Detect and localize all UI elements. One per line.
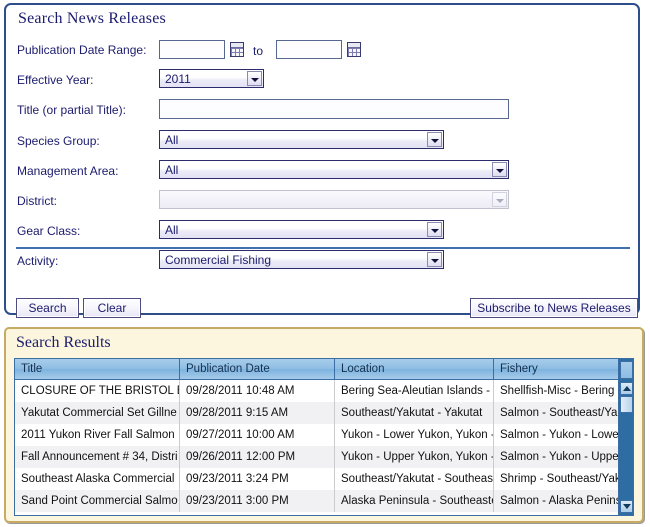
subscribe-button[interactable]: Subscribe to News Releases — [470, 298, 638, 318]
results-table-body: CLOSURE OF THE BRISTOL E 09/28/2011 10:4… — [15, 379, 633, 512]
cell-location: Southeast/Yakutat - Southeast — [334, 468, 494, 490]
management-area-value: All — [165, 163, 179, 177]
calendar-icon-from[interactable] — [230, 42, 244, 57]
management-area-label: Management Area: — [17, 164, 119, 178]
table-row[interactable]: Fall Announcement # 34, Distri 09/26/201… — [15, 446, 633, 468]
chevron-down-icon — [492, 192, 507, 207]
cell-fishery: Shellfish-Misc - Bering Sea-Aleu — [493, 379, 633, 402]
cell-title: Fall Announcement # 34, Distri — [15, 446, 180, 468]
column-header-publication-date[interactable]: Publication Date — [179, 359, 335, 380]
scrollbar-header-cap — [620, 361, 633, 379]
cell-title: Southeast Alaska Commercial — [15, 468, 180, 490]
form-row-management-area: Management Area: All — [6, 156, 638, 186]
species-group-select[interactable]: All — [159, 130, 444, 149]
calendar-icon-to[interactable] — [347, 42, 361, 57]
table-row[interactable]: Yakutat Commercial Set Gillne 09/28/2011… — [15, 402, 633, 424]
cell-location: Alaska Peninsula - Southeaste — [334, 490, 494, 512]
district-select — [159, 190, 509, 209]
search-results-panel: Search Results Title Publication Date Lo… — [4, 327, 644, 523]
publication-date-range-controls: to — [159, 40, 489, 62]
form-row-effective-year: Effective Year: 2011 — [6, 65, 638, 95]
search-news-releases-panel: Search News Releases Publication Date Ra… — [4, 3, 640, 318]
date-range-to-label: to — [253, 44, 264, 58]
search-form: Publication Date Range: to Effective Yea… — [6, 38, 638, 276]
cell-date: 09/23/2011 3:00 PM — [179, 490, 335, 512]
activity-select[interactable]: Commercial Fishing — [159, 250, 444, 269]
table-row[interactable]: Sand Point Commercial Salmo 09/23/2011 3… — [15, 490, 633, 512]
publication-date-to-input[interactable] — [276, 40, 342, 59]
cell-location: Bering Sea-Aleutian Islands - E — [334, 379, 494, 402]
cell-fishery: Salmon - Yukon - Upper Yukon - — [493, 446, 633, 468]
cell-date: 09/23/2011 3:24 PM — [179, 468, 335, 490]
form-divider — [16, 247, 630, 249]
form-row-district: District: — [6, 186, 638, 216]
cell-title: Yakutat Commercial Set Gillne — [15, 402, 180, 424]
results-grid: Title Publication Date Location Fishery … — [14, 358, 634, 516]
cell-title: Sand Point Commercial Salmo — [15, 490, 180, 512]
chevron-down-icon[interactable] — [247, 71, 262, 86]
gear-class-select[interactable]: All — [159, 220, 444, 239]
table-row[interactable]: Southeast Alaska Commercial 09/23/2011 3… — [15, 468, 633, 490]
form-row-activity: Activity: Commercial Fishing — [6, 246, 638, 276]
header-row: Title Publication Date Location Fishery — [15, 359, 633, 380]
chevron-down-icon[interactable] — [427, 222, 442, 237]
column-header-location[interactable]: Location — [334, 359, 494, 380]
results-title: Search Results — [16, 334, 111, 351]
search-button[interactable]: Search — [16, 298, 79, 318]
effective-year-select[interactable]: 2011 — [159, 69, 264, 88]
gear-class-label: Gear Class: — [17, 224, 81, 238]
publication-date-range-label: Publication Date Range: — [17, 43, 147, 57]
cell-title: CLOSURE OF THE BRISTOL E — [15, 379, 180, 402]
cell-fishery: Salmon - Alaska Peninsula - Sc — [493, 490, 633, 512]
effective-year-label: Effective Year: — [17, 73, 94, 87]
scroll-down-arrow-icon[interactable] — [620, 500, 633, 513]
cell-location: Yukon - Lower Yukon, Yukon - I — [334, 424, 494, 446]
form-row-species-group: Species Group: All — [6, 126, 638, 156]
title-label: Title (or partial Title): — [17, 103, 126, 117]
chevron-down-icon[interactable] — [427, 132, 442, 147]
cell-date: 09/28/2011 9:15 AM — [179, 402, 335, 424]
title-input[interactable] — [159, 99, 509, 119]
scroll-up-arrow-icon[interactable] — [620, 382, 633, 395]
calendar-icon-grid — [231, 48, 243, 56]
column-header-fishery[interactable]: Fishery — [493, 359, 633, 380]
gear-class-value: All — [165, 223, 179, 237]
table-row[interactable]: CLOSURE OF THE BRISTOL E 09/28/2011 10:4… — [15, 379, 633, 402]
results-table: Title Publication Date Location Fishery … — [15, 359, 633, 512]
cell-location: Yukon - Upper Yukon, Yukon -  — [334, 446, 494, 468]
chevron-down-icon[interactable] — [427, 252, 442, 267]
cell-date: 09/27/2011 10:00 AM — [179, 424, 335, 446]
species-group-value: All — [165, 133, 179, 147]
publication-date-from-input[interactable] — [159, 40, 225, 59]
cell-date: 09/28/2011 10:48 AM — [179, 379, 335, 402]
form-row-gear-class: Gear Class: All — [6, 216, 638, 246]
cell-fishery: Shrimp - Southeast/Yakutat - Sc — [493, 468, 633, 490]
form-row-title: Title (or partial Title): — [6, 95, 638, 126]
activity-label: Activity: — [17, 254, 59, 268]
results-vertical-scrollbar[interactable] — [618, 359, 633, 515]
district-label: District: — [17, 194, 57, 208]
effective-year-value: 2011 — [165, 72, 191, 86]
cell-title: 2011 Yukon River Fall Salmon — [15, 424, 180, 446]
calendar-icon-grid — [348, 48, 360, 56]
species-group-label: Species Group: — [17, 134, 100, 148]
panel-title: Search News Releases — [18, 10, 166, 27]
management-area-select[interactable]: All — [159, 160, 509, 179]
cell-fishery: Salmon - Southeast/Yakutat - Ya — [493, 402, 633, 424]
cell-date: 09/26/2011 12:00 PM — [179, 446, 335, 468]
activity-value: Commercial Fishing — [165, 253, 272, 267]
scrollbar-thumb[interactable] — [620, 396, 633, 413]
column-header-title[interactable]: Title — [15, 359, 180, 380]
results-table-header: Title Publication Date Location Fishery — [15, 359, 633, 380]
clear-button[interactable]: Clear — [83, 298, 141, 318]
cell-fishery: Salmon - Yukon - Lower Yukon - — [493, 424, 633, 446]
cell-location: Southeast/Yakutat - Yakutat — [334, 402, 494, 424]
form-row-publication-date-range: Publication Date Range: to — [6, 38, 638, 65]
chevron-down-icon[interactable] — [492, 162, 507, 177]
table-row[interactable]: 2011 Yukon River Fall Salmon 09/27/2011 … — [15, 424, 633, 446]
